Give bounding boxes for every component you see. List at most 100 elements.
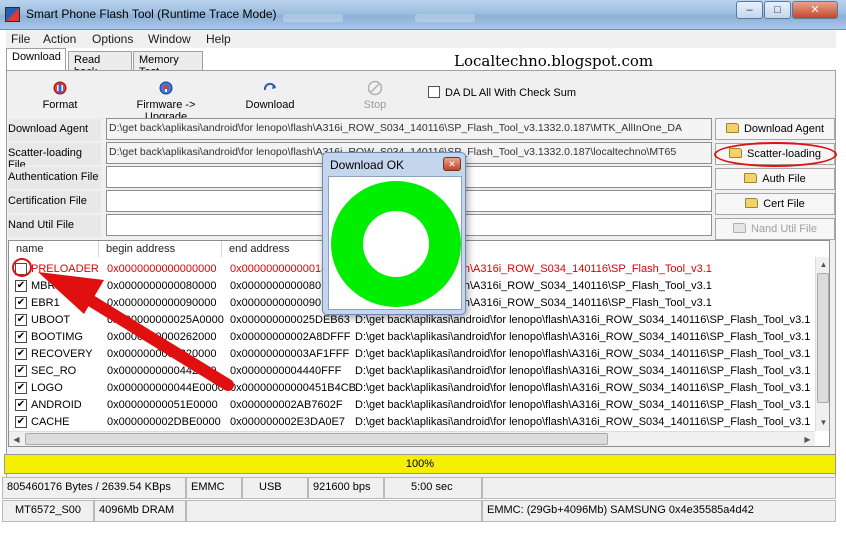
scroll-left-arrow[interactable]: ◀ bbox=[9, 432, 24, 446]
begin-address: 0x0000000000262000 bbox=[107, 331, 217, 343]
end-address: 0x0000000004440FFF bbox=[230, 365, 342, 377]
app-icon bbox=[5, 7, 20, 22]
folder-icon bbox=[744, 173, 758, 183]
window-title: Smart Phone Flash Tool (Runtime Trace Mo… bbox=[26, 7, 277, 21]
column-begin-address[interactable]: begin address bbox=[99, 241, 222, 257]
image-path: D:\get back\aplikasi\android\for lenopo\… bbox=[355, 382, 811, 394]
table-row[interactable]: ✔ ANDROID 0x00000000051E0000 0x000000002AB7… bbox=[9, 397, 810, 414]
watermark-text: Localtechno.blogspot.com bbox=[454, 52, 654, 70]
title-bar: Smart Phone Flash Tool (Runtime Trace Mo… bbox=[0, 0, 846, 30]
download-agent-label: Download Agent bbox=[8, 119, 101, 141]
folder-icon bbox=[745, 198, 759, 208]
row-checkbox[interactable]: ✔ bbox=[15, 399, 27, 411]
horizontal-scrollbar[interactable]: ◀ ▶ bbox=[9, 431, 815, 446]
menu-window[interactable]: Window bbox=[148, 32, 191, 46]
menu-action[interactable]: Action bbox=[43, 32, 76, 46]
status-chip: MT6572_S00 bbox=[2, 500, 94, 522]
folder-icon bbox=[732, 223, 746, 233]
column-name[interactable]: name bbox=[9, 241, 99, 257]
auth-file-button-label: Auth File bbox=[762, 173, 806, 185]
scroll-down-arrow[interactable]: ▼ bbox=[816, 415, 829, 430]
begin-address: 0x0000000000442000 bbox=[107, 365, 217, 377]
download-label: Download bbox=[245, 99, 295, 111]
stop-button[interactable]: Stop bbox=[360, 80, 390, 111]
status-elapsed-time: 5:00 sec bbox=[384, 477, 482, 499]
begin-address: 0x0000000000000000 bbox=[107, 263, 217, 275]
image-path: D:\get back\aplikasi\android\for lenopo\… bbox=[355, 348, 811, 360]
vertical-scrollbar[interactable]: ▲ ▼ bbox=[815, 257, 829, 431]
partition-name: RECOVERY bbox=[31, 348, 93, 360]
download-icon bbox=[263, 82, 276, 91]
row-checkbox[interactable]: ✔ bbox=[15, 348, 27, 360]
status-empty bbox=[482, 477, 836, 499]
title-bar-ghost bbox=[415, 14, 475, 22]
status-storage-type: EMMC bbox=[186, 477, 242, 499]
table-row[interactable]: ✔ CACHE 0x000000002DBE0000 0x000000002E3DA0… bbox=[9, 414, 810, 431]
da-dl-checkbox[interactable] bbox=[428, 86, 440, 98]
authentication-file-label: Authentication File bbox=[8, 167, 101, 189]
row-checkbox[interactable]: ✔ bbox=[15, 280, 27, 292]
begin-address: 0x000000000044E0000 bbox=[107, 382, 224, 394]
table-row[interactable]: ✔ RECOVERY 0x0000000000320000 0x00000000003… bbox=[9, 346, 811, 363]
scroll-up-arrow[interactable]: ▲ bbox=[816, 257, 829, 272]
cert-file-button-label: Cert File bbox=[763, 198, 805, 210]
minimize-button[interactable]: – bbox=[736, 1, 763, 19]
nand-util-file-button-label: Nand Util File bbox=[750, 223, 818, 235]
firmware-upgrade-button[interactable]: Firmware -> Upgrade bbox=[114, 80, 218, 123]
row-checkbox[interactable]: ✔ bbox=[15, 297, 27, 309]
tab-download[interactable]: Download bbox=[6, 48, 66, 70]
table-row[interactable]: ✔ BOOTIMG 0x0000000000262000 0x00000000002A… bbox=[9, 329, 810, 346]
download-agent-button[interactable]: Download Agent bbox=[715, 118, 835, 140]
partition-name: PRELOADER bbox=[31, 263, 99, 275]
begin-address: 0x0000000000080000 bbox=[107, 280, 217, 292]
nand-util-file-button[interactable]: Nand Util File bbox=[715, 218, 835, 240]
partition-name: MBR bbox=[31, 280, 56, 292]
row-checkbox[interactable]: ✔ bbox=[15, 382, 27, 394]
row-checkbox[interactable]: ✔ bbox=[15, 416, 27, 428]
download-agent-button-label: Download Agent bbox=[743, 123, 825, 135]
partition-name: SEC_RO bbox=[31, 365, 77, 377]
begin-address: 0x000000000025A0000 bbox=[107, 314, 224, 326]
close-button[interactable]: ✕ bbox=[792, 1, 838, 19]
title-bar-ghost bbox=[283, 14, 343, 22]
dialog-close-button[interactable]: ✕ bbox=[443, 157, 461, 171]
end-address: 0x00000000002A8DFFF bbox=[230, 331, 351, 343]
horizontal-scroll-thumb[interactable] bbox=[25, 433, 608, 445]
status-baud-rate: 921600 bps bbox=[308, 477, 384, 499]
status-bar-bottom: MT6572_S00 4096Mb DRAM EMMC: (29Gb+4096M… bbox=[2, 500, 846, 522]
row-checkbox[interactable]: ✔ bbox=[15, 331, 27, 343]
begin-address: 0x0000000000320000 bbox=[107, 348, 217, 360]
table-row[interactable]: ✔ SEC_RO 0x0000000000442000 0x0000000004440… bbox=[9, 363, 810, 380]
status-transfer-rate: 805460176 Bytes / 2639.54 KBps bbox=[2, 477, 186, 499]
partition-name: ANDROID bbox=[31, 399, 82, 411]
row-checkbox[interactable]: ✔ bbox=[15, 365, 27, 377]
scatter-loading-label: Scatter-loading File bbox=[8, 143, 101, 171]
format-button[interactable]: Format bbox=[40, 80, 80, 111]
download-agent-field[interactable]: D:\get back\aplikasi\android\for lenopo\… bbox=[106, 118, 712, 140]
tab-memory-test[interactable]: Memory Test bbox=[133, 51, 203, 78]
row-checkbox[interactable]: ✔ bbox=[15, 314, 27, 326]
auth-file-button[interactable]: Auth File bbox=[715, 168, 835, 190]
cert-file-button[interactable]: Cert File bbox=[715, 193, 835, 215]
partition-name: BOOTIMG bbox=[31, 331, 83, 343]
maximize-button[interactable]: □ bbox=[764, 1, 791, 19]
menu-options[interactable]: Options bbox=[92, 32, 133, 46]
vertical-scroll-thumb[interactable] bbox=[817, 273, 829, 403]
download-button[interactable]: Download bbox=[244, 80, 296, 111]
format-label: Format bbox=[42, 99, 78, 111]
scatter-highlight-oval bbox=[714, 142, 837, 167]
stop-label: Stop bbox=[363, 99, 387, 111]
preloader-highlight-circle bbox=[12, 258, 32, 277]
da-dl-label: DA DL All With Check Sum bbox=[445, 87, 577, 99]
status-emmc-info: EMMC: (29Gb+4096Mb) SAMSUNG 0x4e35585a4d… bbox=[482, 500, 836, 522]
menu-file[interactable]: File bbox=[11, 32, 30, 46]
da-dl-checksum-option[interactable]: DA DL All With Check Sum bbox=[428, 86, 576, 99]
tab-read-back[interactable]: Read back bbox=[68, 51, 132, 78]
image-path: D:\get back\aplikasi\android\for lenopo\… bbox=[355, 314, 811, 326]
table-row[interactable]: ✔ LOGO 0x000000000044E0000 0x00000000000451… bbox=[9, 380, 811, 397]
status-blank bbox=[186, 500, 482, 522]
status-dram: 4096Mb DRAM bbox=[94, 500, 186, 522]
menu-help[interactable]: Help bbox=[206, 32, 231, 46]
success-ring-hole bbox=[363, 211, 429, 277]
scroll-right-arrow[interactable]: ▶ bbox=[800, 432, 815, 446]
